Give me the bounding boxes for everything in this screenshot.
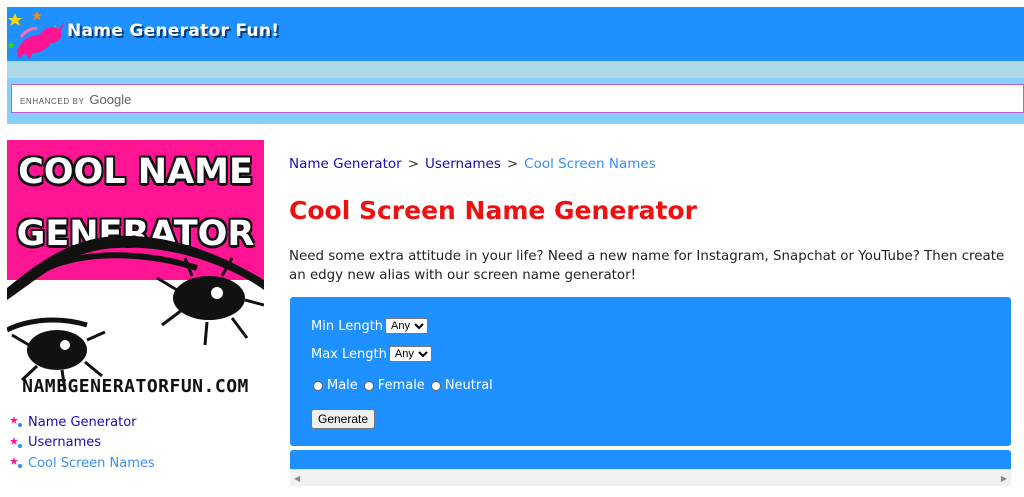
sidebar-nav: Name Generator Usernames Cool Screen Nam… bbox=[10, 412, 155, 474]
radio-male[interactable] bbox=[313, 380, 323, 391]
max-length-label: Max Length bbox=[311, 346, 387, 362]
sidebar-link-cool-screen-names[interactable]: Cool Screen Names bbox=[28, 456, 155, 471]
search-input[interactable]: ENHANCED BY Google bbox=[11, 84, 1024, 113]
sidebar-link-name-generator[interactable]: Name Generator bbox=[28, 415, 137, 430]
gender-option-female[interactable]: Female bbox=[363, 378, 425, 393]
radio-female[interactable] bbox=[363, 380, 374, 391]
gender-radio-group: Male Female Neutral bbox=[313, 378, 499, 393]
results-panel bbox=[290, 450, 1011, 469]
gender-label-female: Female bbox=[377, 378, 425, 393]
unicorn-logo-icon[interactable] bbox=[7, 7, 67, 61]
sidebar-item-name-generator: Name Generator bbox=[10, 412, 155, 433]
site-header: Name Generator Fun! bbox=[7, 7, 1024, 61]
scroll-right-icon[interactable]: ▶ bbox=[1001, 474, 1007, 483]
promo-banner[interactable]: COOL NAME GENERATOR NAMEGENERATORFUN.COM bbox=[7, 140, 264, 402]
sidebar-item-cool-screen-names: Cool Screen Names bbox=[10, 453, 155, 474]
site-title[interactable]: Name Generator Fun! bbox=[67, 21, 279, 41]
sidebar-item-usernames: Usernames bbox=[10, 433, 155, 454]
star-bullet-icon bbox=[10, 457, 22, 469]
radio-neutral[interactable] bbox=[430, 380, 441, 391]
enhanced-by-label: ENHANCED BY bbox=[20, 97, 85, 106]
breadcrumb-separator: > bbox=[506, 156, 519, 172]
breadcrumb: Name Generator > Usernames > Cool Screen Nam… bbox=[289, 156, 656, 172]
sidebar-link-usernames[interactable]: Usernames bbox=[28, 435, 101, 450]
breadcrumb-current[interactable]: Cool Screen Names bbox=[524, 156, 656, 172]
promo-site-url: NAMEGENERATORFUN.COM bbox=[22, 376, 249, 397]
page-title: Cool Screen Name Generator bbox=[289, 196, 697, 225]
gender-label-neutral: Neutral bbox=[444, 378, 493, 393]
horizontal-scrollbar[interactable]: ◀ ▶ bbox=[290, 469, 1011, 486]
eyes-illustration bbox=[7, 235, 264, 391]
generator-form: Min Length Any Max Length Any Male Femal… bbox=[290, 297, 1011, 446]
gender-label-male: Male bbox=[327, 378, 358, 393]
min-length-label: Min Length bbox=[311, 318, 384, 334]
min-length-row: Min Length Any bbox=[311, 318, 429, 334]
breadcrumb-usernames[interactable]: Usernames bbox=[425, 156, 501, 172]
google-label: Google bbox=[89, 92, 132, 107]
breadcrumb-separator: > bbox=[407, 156, 419, 172]
gender-option-male[interactable]: Male bbox=[313, 378, 358, 393]
max-length-row: Max Length Any bbox=[311, 346, 432, 362]
min-length-select[interactable]: Any bbox=[385, 318, 429, 334]
star-bullet-icon bbox=[10, 416, 22, 428]
search-branding: ENHANCED BY Google bbox=[20, 92, 131, 107]
star-bullet-icon bbox=[10, 436, 22, 448]
gender-option-neutral[interactable]: Neutral bbox=[430, 378, 493, 393]
scroll-left-icon[interactable]: ◀ bbox=[294, 474, 300, 483]
max-length-select[interactable]: Any bbox=[388, 346, 432, 362]
generate-button[interactable]: Generate bbox=[311, 409, 376, 429]
breadcrumb-name-generator[interactable]: Name Generator bbox=[289, 156, 402, 172]
intro-text: Need some extra attitude in your life? N… bbox=[289, 249, 1005, 283]
